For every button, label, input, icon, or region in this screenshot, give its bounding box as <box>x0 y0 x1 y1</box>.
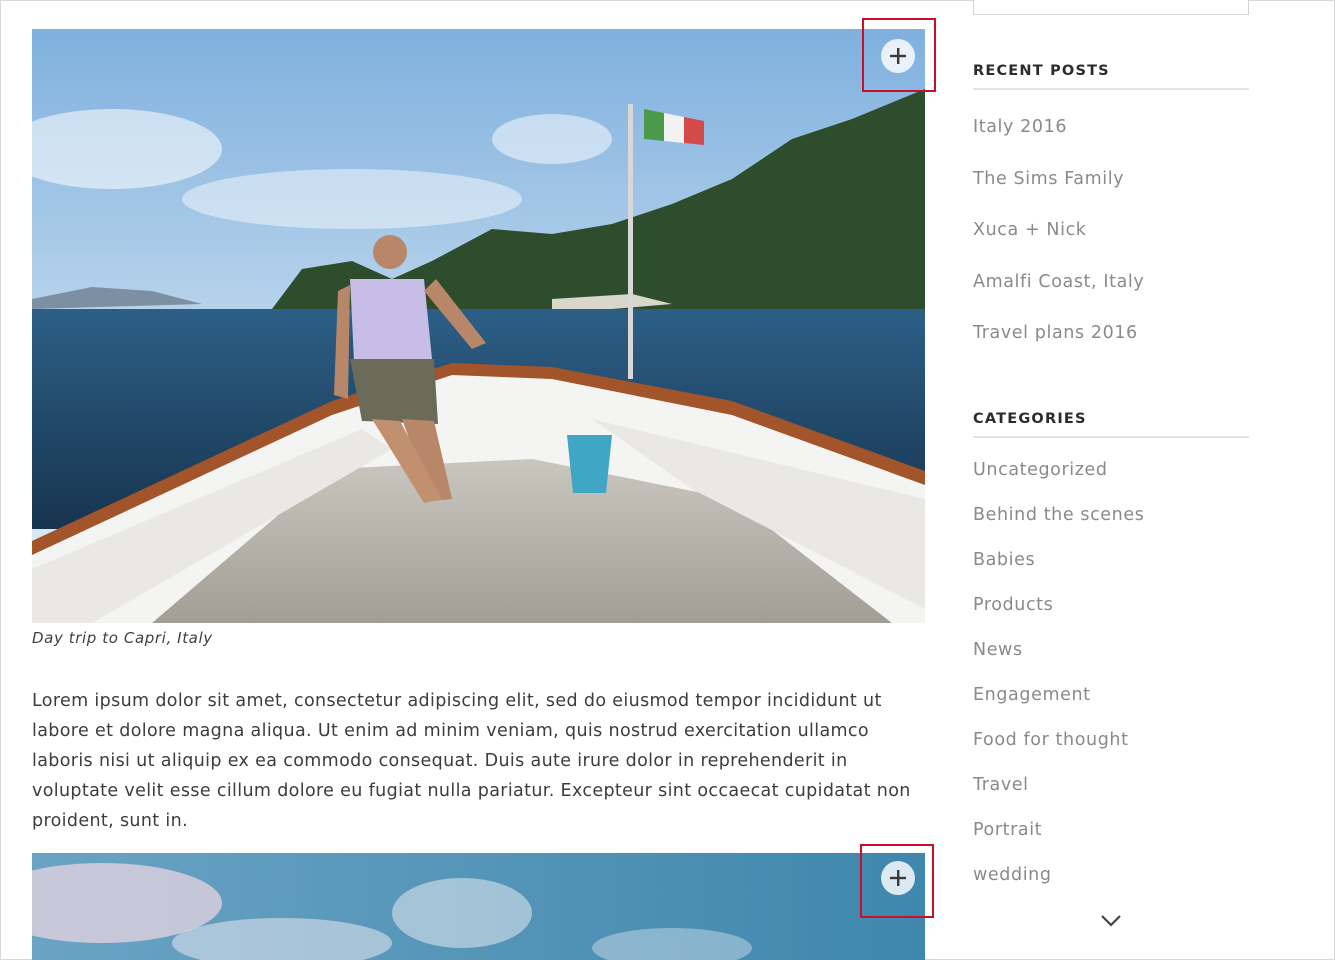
list-item: Engagement <box>973 682 1144 727</box>
list-item: Amalfi Coast, Italy <box>973 269 1144 321</box>
categories-list: Uncategorized Behind the scenes Babies P… <box>973 457 1144 907</box>
category-link[interactable]: Engagement <box>973 682 1144 727</box>
recent-post-link[interactable]: Italy 2016 <box>973 114 1144 166</box>
list-item: Xuca + Nick <box>973 217 1144 269</box>
category-link[interactable]: Portrait <box>973 817 1144 862</box>
list-item: The Sims Family <box>973 166 1144 218</box>
recent-post-link[interactable]: Xuca + Nick <box>973 217 1144 269</box>
post-photo-boat[interactable] <box>32 29 925 623</box>
list-item: Behind the scenes <box>973 502 1144 547</box>
scroll-down-button[interactable] <box>1100 913 1122 929</box>
recent-post-link[interactable]: Travel plans 2016 <box>973 320 1144 372</box>
list-item: Italy 2016 <box>973 114 1144 166</box>
list-item: Products <box>973 592 1144 637</box>
list-item: wedding <box>973 862 1144 907</box>
sky-photo-illustration <box>32 853 925 960</box>
category-link[interactable]: Products <box>973 592 1144 637</box>
category-link[interactable]: Travel <box>973 772 1144 817</box>
recent-post-link[interactable]: The Sims Family <box>973 166 1144 218</box>
list-item: Portrait <box>973 817 1144 862</box>
list-item: Babies <box>973 547 1144 592</box>
post-body-text: Lorem ipsum dolor sit amet, consectetur … <box>32 691 911 831</box>
search-input[interactable] <box>973 0 1249 15</box>
recent-post-link[interactable]: Amalfi Coast, Italy <box>973 269 1144 321</box>
list-item: News <box>973 637 1144 682</box>
category-link[interactable]: Food for thought <box>973 727 1144 772</box>
list-item: Travel <box>973 772 1144 817</box>
category-link[interactable]: Babies <box>973 547 1144 592</box>
plus-icon <box>890 870 906 886</box>
category-link[interactable]: News <box>973 637 1144 682</box>
list-item: Food for thought <box>973 727 1144 772</box>
category-link[interactable]: Uncategorized <box>973 457 1144 502</box>
expand-image-button[interactable] <box>881 39 915 73</box>
expand-image-button[interactable] <box>881 861 915 895</box>
recent-posts-list: Italy 2016 The Sims Family Xuca + Nick A… <box>973 114 1144 372</box>
list-item: Travel plans 2016 <box>973 320 1144 372</box>
chevron-down-icon <box>1101 915 1121 927</box>
categories-heading: CATEGORIES <box>973 411 1249 438</box>
post-photo-sky[interactable] <box>32 853 925 960</box>
boat-photo-illustration <box>32 29 925 623</box>
recent-posts-heading: RECENT POSTS <box>973 63 1249 90</box>
category-link[interactable]: Behind the scenes <box>973 502 1144 547</box>
category-link[interactable]: wedding <box>973 862 1144 907</box>
plus-icon <box>890 48 906 64</box>
image-caption: Day trip to Capri, Italy <box>32 629 213 647</box>
list-item: Uncategorized <box>973 457 1144 502</box>
